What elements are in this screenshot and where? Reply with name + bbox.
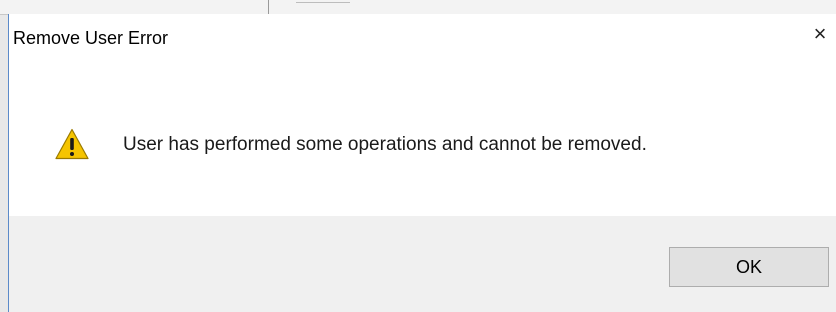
background-cell bbox=[296, 2, 350, 13]
error-dialog: Remove User Error × User has performed s… bbox=[8, 14, 836, 312]
ok-button[interactable]: OK bbox=[669, 247, 829, 287]
dialog-footer: OK bbox=[9, 216, 836, 312]
dialog-title: Remove User Error bbox=[13, 28, 169, 48]
warning-icon bbox=[55, 128, 89, 160]
dialog-content: User has performed some operations and c… bbox=[9, 60, 836, 216]
background-window-strip bbox=[0, 0, 836, 15]
dialog-titlebar[interactable]: Remove User Error × bbox=[9, 14, 836, 60]
close-icon: × bbox=[813, 21, 827, 46]
error-message: User has performed some operations and c… bbox=[123, 134, 647, 155]
close-button[interactable]: × bbox=[804, 18, 836, 50]
background-divider bbox=[268, 0, 269, 14]
